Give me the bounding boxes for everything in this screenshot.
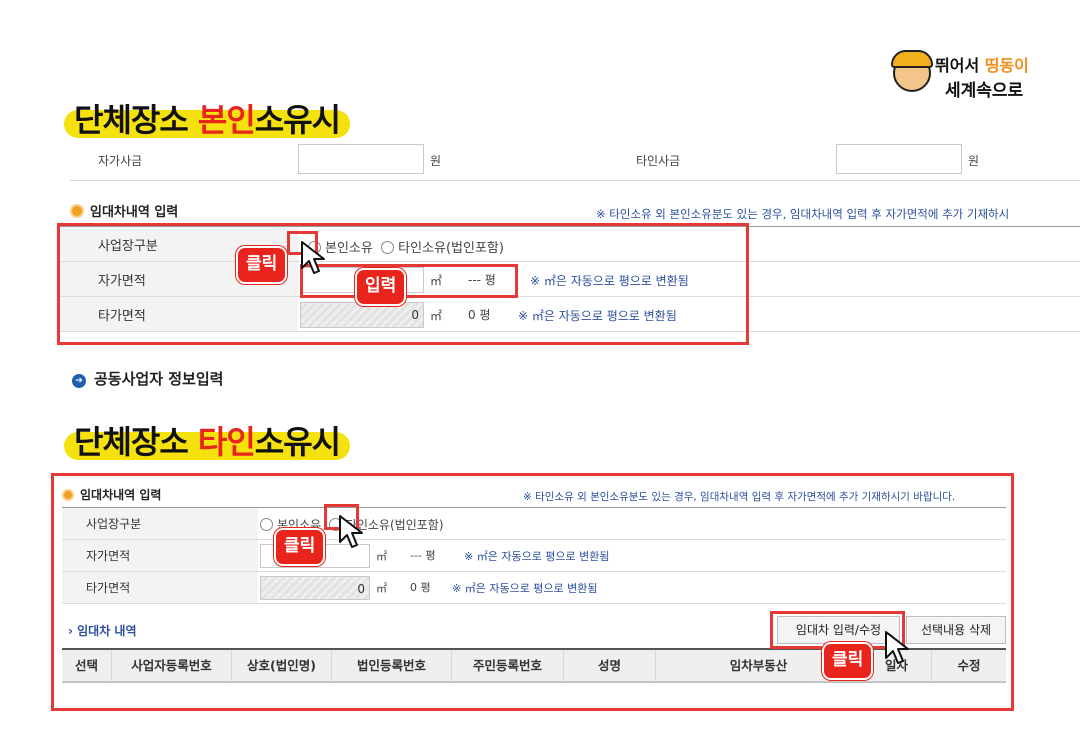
- panel2-row-own-area: 자가면적 ㎡ --- 평 ※ ㎡은 자동으로 평으로 변환됨: [62, 540, 1006, 572]
- panel2-row-business-type: 사업장구분 본인소유 타인소유(법인포함): [62, 508, 1006, 540]
- col-edit: 수정: [957, 658, 981, 673]
- brand-logo: 뛰어서 띵동이 세계속으로: [891, 48, 1053, 108]
- col-resident-reg-no: 주민등록번호: [452, 650, 564, 682]
- joint-business-title[interactable]: ➔ 공동사업자 정보입력: [72, 368, 223, 389]
- logo-line2: 세계속으로: [945, 81, 1024, 101]
- cutoff-left-label: 자가사금: [98, 154, 143, 168]
- other-area-hint: ※ ㎡은 자동으로 평으로 변환됨: [452, 582, 598, 595]
- bullet-dot-icon: [62, 489, 74, 501]
- mascot-cap-icon: [891, 50, 933, 68]
- own-area-highlight-box: [300, 264, 518, 298]
- mouse-pointer-icon: [885, 631, 909, 664]
- mouse-pointer-icon: [301, 241, 325, 274]
- heading-self-owned: 단체장소 본인소유시: [64, 100, 351, 140]
- radio-self-owned[interactable]: [260, 518, 273, 531]
- logo-line1: 뛰어서 띵동이: [935, 56, 1029, 75]
- bullet-dot-icon: [70, 204, 84, 218]
- delete-selection-button[interactable]: 선택내용 삭제: [906, 616, 1006, 644]
- own-area-pyeong: --- 평: [410, 549, 436, 562]
- cutoff-right-label: 타인사금: [636, 154, 681, 168]
- col-corp-reg-no: 법인등록번호: [332, 650, 452, 682]
- click-badge: 클릭: [822, 642, 874, 680]
- other-area-pyeong: 0 평: [410, 581, 431, 594]
- panel2-row-other-area: 타가면적 0 ㎡ 0 평 ※ ㎡은 자동으로 평으로 변환됨: [62, 572, 1006, 604]
- lease-history-title: › 임대차 내역: [68, 624, 137, 638]
- panel2-notice: ※ 타인소유 외 본인소유분도 있는 경우, 임대차내역 입력 후 자가면적에 …: [523, 491, 956, 503]
- arrow-circle-icon: ➔: [72, 374, 86, 388]
- input-badge: 입력: [355, 268, 407, 306]
- mouse-pointer-icon: [339, 515, 363, 548]
- cutoff-right-input[interactable]: [836, 144, 962, 174]
- panel2-section-title: 임대차내역 입력: [62, 486, 161, 503]
- own-area-hint: ※ ㎡은 자동으로 평으로 변환됨: [464, 550, 610, 563]
- click-badge: 클릭: [274, 528, 326, 566]
- cutoff-left-unit: 원: [430, 154, 442, 168]
- own-area-unit: ㎡: [376, 550, 387, 563]
- col-business-reg-no: 사업자등록번호: [112, 650, 232, 682]
- business-type-label: 사업장구분: [62, 508, 258, 539]
- own-area-label: 자가면적: [62, 540, 258, 571]
- cutoff-right-unit: 원: [968, 154, 980, 168]
- cutoff-left-input[interactable]: [298, 144, 424, 174]
- other-area-unit: ㎡: [376, 582, 387, 595]
- col-company-name: 상호(법인명): [232, 650, 332, 682]
- other-area-input: 0: [260, 576, 370, 600]
- col-select: 선택: [62, 650, 112, 682]
- other-area-label: 타가면적: [62, 572, 258, 603]
- click-badge: 클릭: [236, 246, 288, 284]
- panel1-section-title: 임대차내역 입력: [70, 201, 178, 220]
- col-name: 성명: [564, 650, 656, 682]
- heading-other-owned: 단체장소 타인소유시: [64, 422, 351, 462]
- panel1-notice: ※ 타인소유 외 본인소유분도 있는 경우, 임대차내역 입력 후 자가면적에 …: [596, 207, 1010, 221]
- cutoff-row: 자가사금 원 타인사금 원: [70, 144, 1080, 181]
